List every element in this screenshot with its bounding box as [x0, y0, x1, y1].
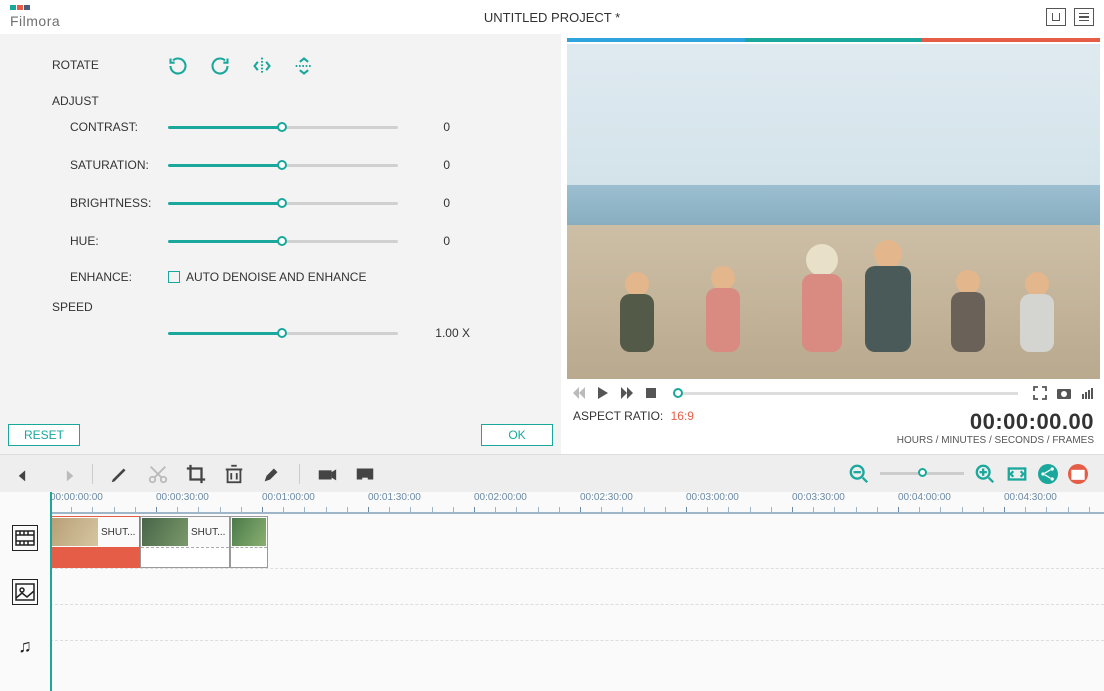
aspect-ratio: ASPECT RATIO: 16:9 — [573, 409, 694, 423]
rotate-cw-icon[interactable] — [168, 56, 188, 76]
ruler-tick: 00:03:00:00 — [686, 492, 739, 503]
hue-label: HUE: — [70, 234, 168, 248]
prev-icon[interactable] — [571, 385, 587, 401]
contrast-slider[interactable] — [168, 117, 398, 137]
ruler-tick: 00:01:00:00 — [262, 492, 315, 503]
enhance-text: AUTO DENOISE AND ENHANCE — [186, 270, 366, 284]
clip-label: SHUT... — [99, 527, 135, 538]
cut-icon[interactable] — [147, 463, 169, 485]
timeline: ♫ 00:00:00:00 00:00:30:00 00:01:00:00 00:01… — [0, 492, 1104, 691]
rotate-ccw-icon[interactable] — [210, 56, 230, 76]
saturation-slider[interactable] — [168, 155, 398, 175]
brightness-slider[interactable] — [168, 193, 398, 213]
ruler-tick: 00:00:00:00 — [50, 492, 103, 503]
audio-track[interactable] — [50, 605, 1104, 641]
image-track-icon[interactable] — [12, 579, 38, 605]
project-title: UNTITLED PROJECT * — [484, 10, 620, 25]
record-vo-icon[interactable] — [316, 463, 338, 485]
ruler-tick: 00:02:30:00 — [580, 492, 633, 503]
contrast-label: CONTRAST: — [70, 120, 168, 134]
undo-icon[interactable] — [16, 463, 38, 485]
aspect-value: 16:9 — [671, 409, 694, 423]
image-track[interactable] — [50, 569, 1104, 605]
ruler-tick: 00:03:30:00 — [792, 492, 845, 503]
speed-label: SPEED — [0, 300, 561, 314]
edit-icon[interactable] — [109, 463, 131, 485]
share-button[interactable] — [1038, 464, 1058, 484]
volume-icon[interactable] — [1080, 385, 1096, 401]
export-button[interactable] — [1068, 464, 1088, 484]
fullscreen-icon[interactable] — [1032, 385, 1048, 401]
next-icon[interactable] — [619, 385, 635, 401]
hue-slider[interactable] — [168, 231, 398, 251]
video-track-icon[interactable] — [12, 525, 38, 551]
zoom-slider[interactable] — [880, 472, 964, 475]
brightness-label: BRIGHTNESS: — [70, 196, 168, 210]
menu-button[interactable] — [1074, 8, 1094, 26]
snapshot-icon[interactable] — [1056, 385, 1072, 401]
video-track[interactable]: SHUT... SHUT... — [50, 514, 1104, 569]
zoom-in-icon[interactable] — [974, 463, 996, 485]
playback-progress[interactable] — [673, 392, 1018, 395]
flip-horizontal-icon[interactable] — [252, 56, 272, 76]
color-icon[interactable] — [261, 463, 283, 485]
timeline-clip[interactable]: SHUT... — [140, 516, 230, 568]
fit-icon[interactable] — [1006, 463, 1028, 485]
playhead[interactable] — [50, 492, 52, 691]
saturation-value: 0 — [398, 158, 458, 172]
ruler-tick: 00:04:00:00 — [898, 492, 951, 503]
reset-button[interactable]: RESET — [8, 424, 80, 446]
enhance-label: ENHANCE: — [70, 270, 168, 284]
zoom-out-icon[interactable] — [848, 463, 870, 485]
playback-bar — [567, 379, 1100, 407]
flip-vertical-icon[interactable] — [294, 56, 314, 76]
crop-icon[interactable] — [185, 463, 207, 485]
timeline-toolbar — [0, 454, 1104, 492]
ruler-tick: 00:04:30:00 — [1004, 492, 1057, 503]
aspect-label: ASPECT RATIO: — [573, 409, 663, 423]
timeline-clip[interactable] — [230, 516, 268, 568]
speed-value: 1.00 X — [398, 326, 478, 340]
adjust-label: ADJUST — [0, 94, 561, 108]
ruler-tick: 00:00:30:00 — [156, 492, 209, 503]
speed-slider[interactable] — [168, 323, 398, 343]
clip-label: SHUT... — [189, 527, 225, 538]
separator — [299, 464, 300, 484]
play-icon[interactable] — [595, 385, 611, 401]
contrast-value: 0 — [398, 120, 458, 134]
stop-icon[interactable] — [643, 385, 659, 401]
timeline-ruler[interactable]: 00:00:00:00 00:00:30:00 00:01:00:00 00:01:3… — [50, 492, 1104, 514]
ok-button[interactable]: OK — [481, 424, 553, 446]
accent-strip — [567, 38, 1100, 42]
preview-video[interactable] — [567, 44, 1100, 379]
ruler-tick: 00:02:00:00 — [474, 492, 527, 503]
saturation-label: SATURATION: — [70, 158, 168, 172]
timecode: 00:00:00.00 — [897, 409, 1094, 435]
auto-denoise-checkbox[interactable] — [168, 271, 180, 283]
redo-icon[interactable] — [54, 463, 76, 485]
logo-text: Filmora — [10, 13, 60, 29]
save-button[interactable] — [1046, 8, 1066, 26]
audio-track-icon[interactable]: ♫ — [12, 633, 38, 659]
separator — [92, 464, 93, 484]
export-icon[interactable] — [354, 463, 376, 485]
edit-panel: ROTATE ADJUST CONTRAST: 0 SATURATION: 0 — [0, 34, 561, 454]
hue-value: 0 — [398, 234, 458, 248]
time-units: HOURS / MINUTES / SECONDS / FRAMES — [897, 435, 1094, 446]
app-header: Filmora UNTITLED PROJECT * — [0, 0, 1104, 34]
ruler-tick: 00:01:30:00 — [368, 492, 421, 503]
app-logo: Filmora — [10, 5, 60, 29]
brightness-value: 0 — [398, 196, 458, 210]
timeline-clip[interactable]: SHUT... — [50, 516, 140, 568]
preview-panel: ASPECT RATIO: 16:9 00:00:00.00 HOURS / M… — [561, 34, 1104, 454]
delete-icon[interactable] — [223, 463, 245, 485]
